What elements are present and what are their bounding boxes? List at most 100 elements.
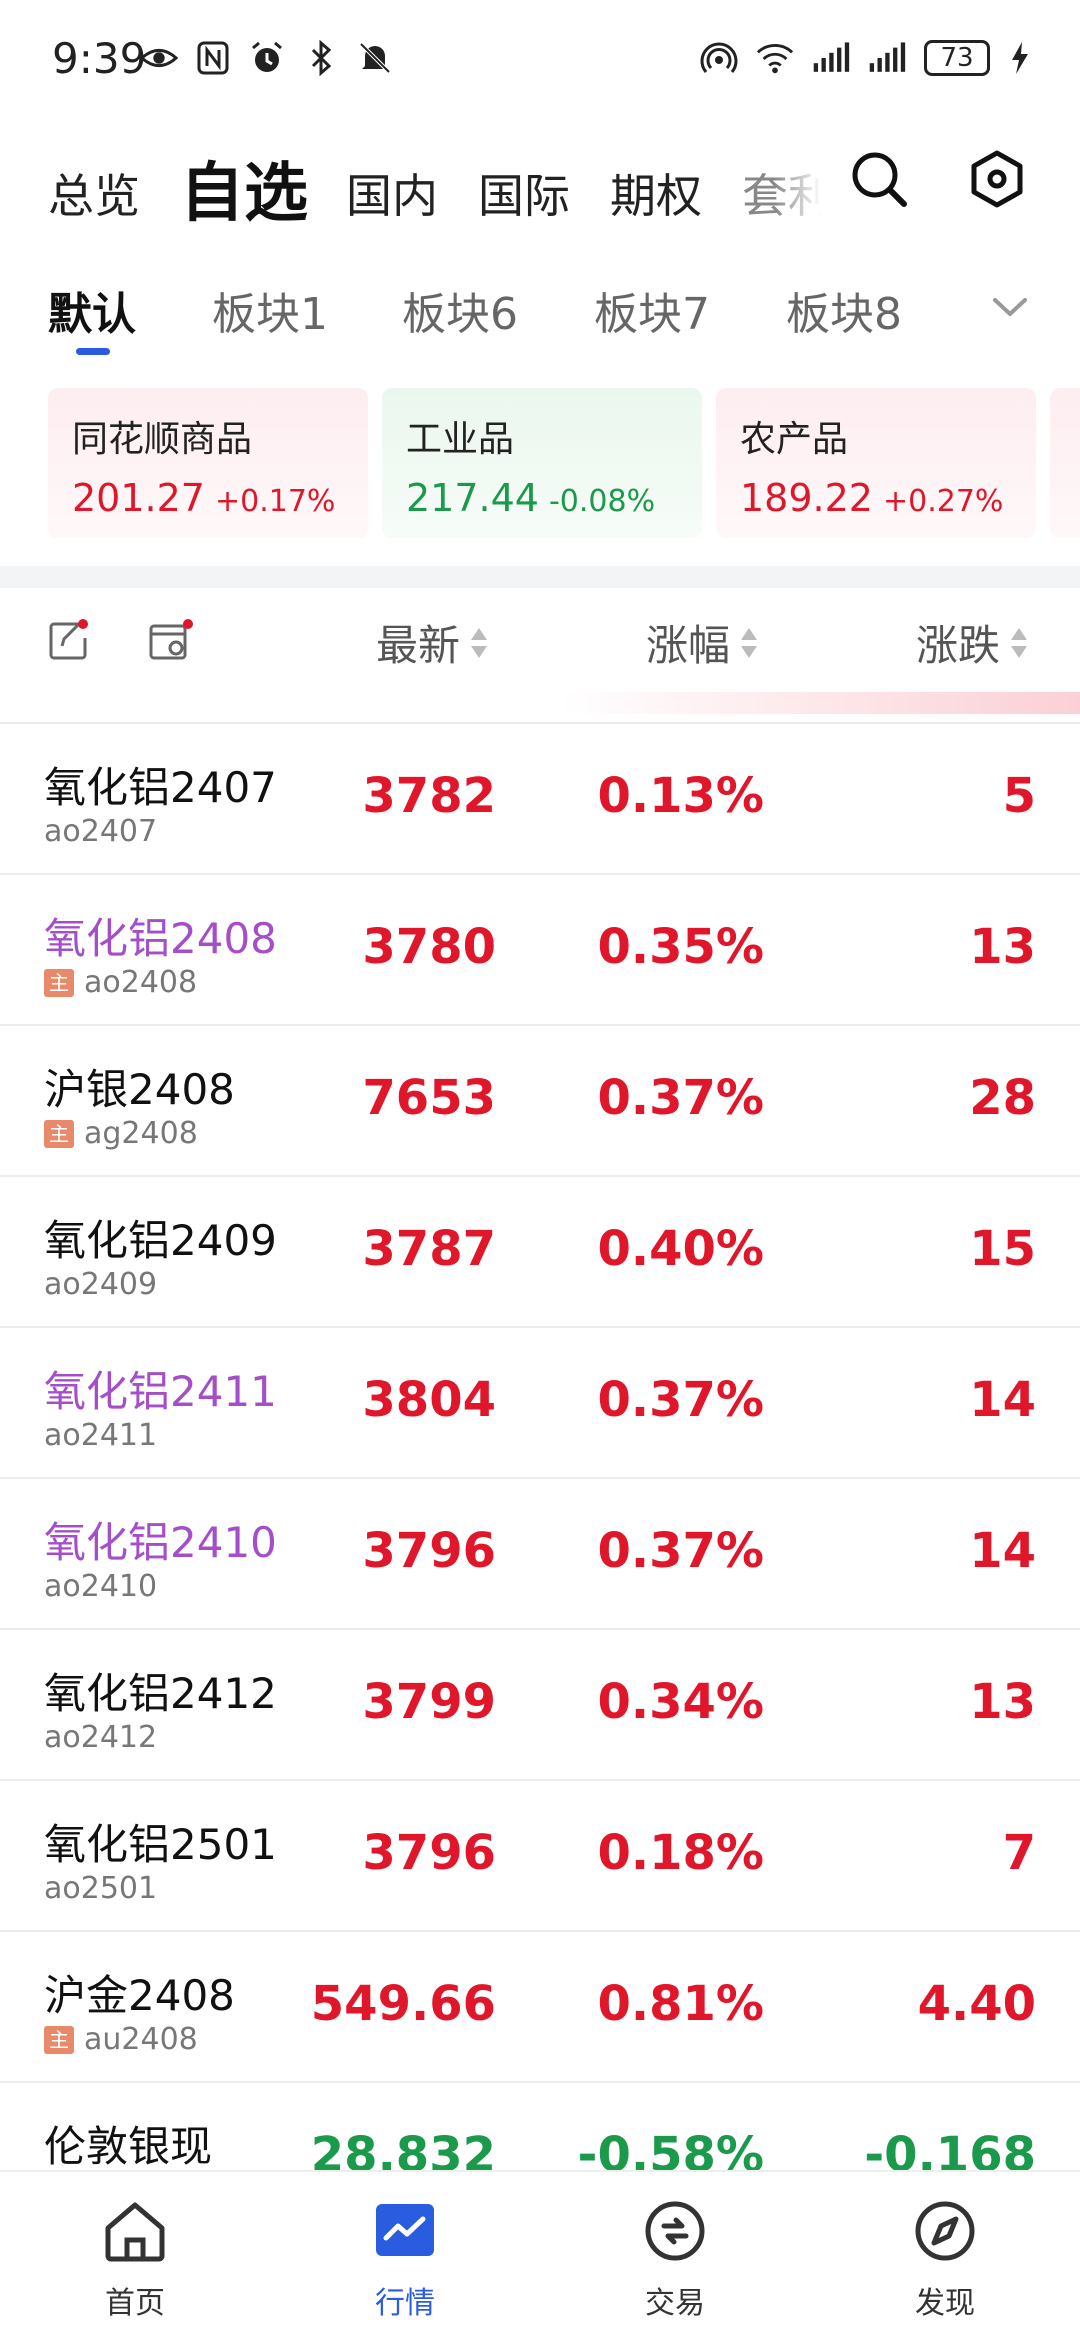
contract-name: 氧化铝2408 xyxy=(44,914,277,963)
eye-icon xyxy=(140,48,178,68)
index-card[interactable]: 工业品 217.44 -0.08% xyxy=(382,388,702,538)
change-value: 15 xyxy=(969,1221,1036,1277)
contract-code-wrap: 主 ag2408 xyxy=(44,1116,198,1151)
contract-name: 氧化铝2410 xyxy=(44,1518,277,1567)
chart-icon xyxy=(376,2204,434,2256)
table-row[interactable]: 氧化铝2408 主 ao2408 3780 0.35% 13 xyxy=(0,875,1080,1026)
settings-icon[interactable] xyxy=(966,148,1028,210)
latest-price: 3796 xyxy=(362,1523,496,1579)
group-tab-1[interactable]: 板块1 xyxy=(212,278,328,342)
contract-code-wrap: ao2412 xyxy=(44,1720,157,1755)
table-row[interactable]: 氧化铝2412 ao2412 3799 0.34% 13 xyxy=(0,1630,1080,1781)
contract-code: ao2501 xyxy=(44,1871,158,1906)
tab-options[interactable]: 期权 xyxy=(610,160,702,226)
contract-name: 氧化铝2411 xyxy=(44,1367,277,1416)
sort-icon xyxy=(471,627,488,658)
change-value: 7 xyxy=(1002,1825,1036,1881)
signal-icon xyxy=(869,42,906,72)
change-percent: 0.35% xyxy=(597,919,764,975)
edit-icon[interactable] xyxy=(46,618,90,662)
latest-price: 7653 xyxy=(362,1070,496,1126)
change-percent: 0.37% xyxy=(597,1523,764,1579)
index-card-partial[interactable] xyxy=(1050,388,1080,538)
tab-arbitrage[interactable]: 套利 xyxy=(742,160,822,226)
table-row[interactable]: 氧化铝2411 ao2411 3804 0.37% 14 xyxy=(0,1328,1080,1479)
sort-icon xyxy=(1011,627,1028,658)
col-change-pct-header[interactable]: 涨幅 xyxy=(646,612,760,673)
contract-name: 氧化铝2412 xyxy=(44,1669,277,1718)
nav-label: 交易 xyxy=(645,2286,705,2321)
col-change-header[interactable]: 涨跌 xyxy=(916,612,1030,673)
col-latest-label: 最新 xyxy=(376,621,461,670)
bluetooth-icon xyxy=(311,40,332,76)
tab-domestic[interactable]: 国内 xyxy=(346,160,438,226)
group-tab-6[interactable]: 板块6 xyxy=(402,278,518,342)
index-card[interactable]: 农产品 189.22 +0.27% xyxy=(716,388,1036,538)
change-percent: 0.18% xyxy=(597,1825,764,1881)
col-latest-header[interactable]: 最新 xyxy=(376,612,490,673)
search-icon[interactable] xyxy=(848,148,910,210)
tab-overview[interactable]: 总览 xyxy=(48,160,140,226)
top-tabs: 总览 自选 国内 国际 期权 套利 xyxy=(0,130,1080,240)
home-icon xyxy=(105,2202,165,2262)
contract-code-wrap: ao2407 xyxy=(44,814,157,849)
change-value: 28 xyxy=(969,1070,1036,1126)
mute-icon xyxy=(359,42,391,74)
bottom-nav: 首页 行情 交易 发现 xyxy=(0,2170,1080,2331)
group-settings-icon[interactable] xyxy=(148,618,194,662)
table-row[interactable]: 氧化铝2501 ao2501 3796 0.18% 7 xyxy=(0,1781,1080,1932)
table-row[interactable]: 氧化铝2409 ao2409 3787 0.40% 15 xyxy=(0,1177,1080,1328)
table-row[interactable]: 沪金2408 主 au2408 549.66 0.81% 4.40 xyxy=(0,1932,1080,2083)
group-tab-default[interactable]: 默认 xyxy=(48,278,136,342)
change-value: 5 xyxy=(1002,768,1036,824)
nav-home[interactable]: 首页 xyxy=(0,2172,270,2331)
nav-label: 发现 xyxy=(915,2286,975,2321)
nav-label: 行情 xyxy=(375,2286,435,2321)
contract-code: au2408 xyxy=(84,2022,198,2057)
table-row[interactable]: 伦敦银现 28.832 -0.58% -0.168 xyxy=(0,2083,1080,2170)
group-tab-7[interactable]: 板块7 xyxy=(594,278,710,342)
contract-code-wrap: 主 ao2408 xyxy=(44,965,197,1000)
latest-price: 3799 xyxy=(362,1674,496,1730)
header-gradient xyxy=(560,692,1080,714)
contract-code: ao2411 xyxy=(44,1418,158,1453)
table-row[interactable]: 沪银2408 主 ag2408 7653 0.37% 28 xyxy=(0,1026,1080,1177)
latest-price: 3782 xyxy=(362,768,496,824)
contract-code: ao2407 xyxy=(44,814,158,849)
index-change: -0.08% xyxy=(548,484,656,519)
change-value: 13 xyxy=(969,1674,1036,1730)
index-card[interactable]: 同花顺商品 201.27 +0.17% xyxy=(48,388,368,538)
status-bar: 9:39 73 xyxy=(0,0,1080,120)
tab-international[interactable]: 国际 xyxy=(478,160,570,226)
status-icons-left xyxy=(140,40,394,76)
table-row[interactable]: 氧化铝2410 ao2410 3796 0.37% 14 xyxy=(0,1479,1080,1630)
compass-icon xyxy=(915,2201,975,2261)
signal-icon xyxy=(813,42,850,72)
change-percent: 0.81% xyxy=(597,1976,764,2032)
status-time: 9:39 xyxy=(52,34,147,83)
trade-icon xyxy=(645,2201,705,2261)
contract-code: ag2408 xyxy=(84,1116,198,1151)
contract-name: 氧化铝2407 xyxy=(44,763,277,812)
change-percent: 0.13% xyxy=(597,768,764,824)
latest-price: 549.66 xyxy=(310,1976,496,2032)
index-change: +0.27% xyxy=(882,484,1004,519)
contract-name: 氧化铝2409 xyxy=(44,1216,277,1265)
chevron-down-icon[interactable] xyxy=(990,290,1030,324)
change-percent: -0.58% xyxy=(577,2127,764,2170)
index-price: 201.27 xyxy=(72,476,205,520)
group-tab-8[interactable]: 板块8 xyxy=(786,278,902,342)
nfc-icon xyxy=(197,41,229,75)
table-row[interactable]: 氧化铝2407 ao2407 3782 0.13% 5 xyxy=(0,724,1080,875)
nav-market[interactable]: 行情 xyxy=(270,2172,540,2331)
change-value: 14 xyxy=(969,1523,1036,1579)
nav-discover[interactable]: 发现 xyxy=(810,2172,1080,2331)
contract-name: 沪金2408 xyxy=(44,1971,235,2020)
contract-code-wrap: ao2501 xyxy=(44,1871,157,1906)
tab-watchlist[interactable]: 自选 xyxy=(180,142,308,234)
contract-code-wrap: ao2410 xyxy=(44,1569,157,1604)
change-value: -0.168 xyxy=(864,2127,1036,2170)
contract-code-wrap: ao2411 xyxy=(44,1418,157,1453)
charging-icon xyxy=(1012,42,1028,74)
nav-trade[interactable]: 交易 xyxy=(540,2172,810,2331)
